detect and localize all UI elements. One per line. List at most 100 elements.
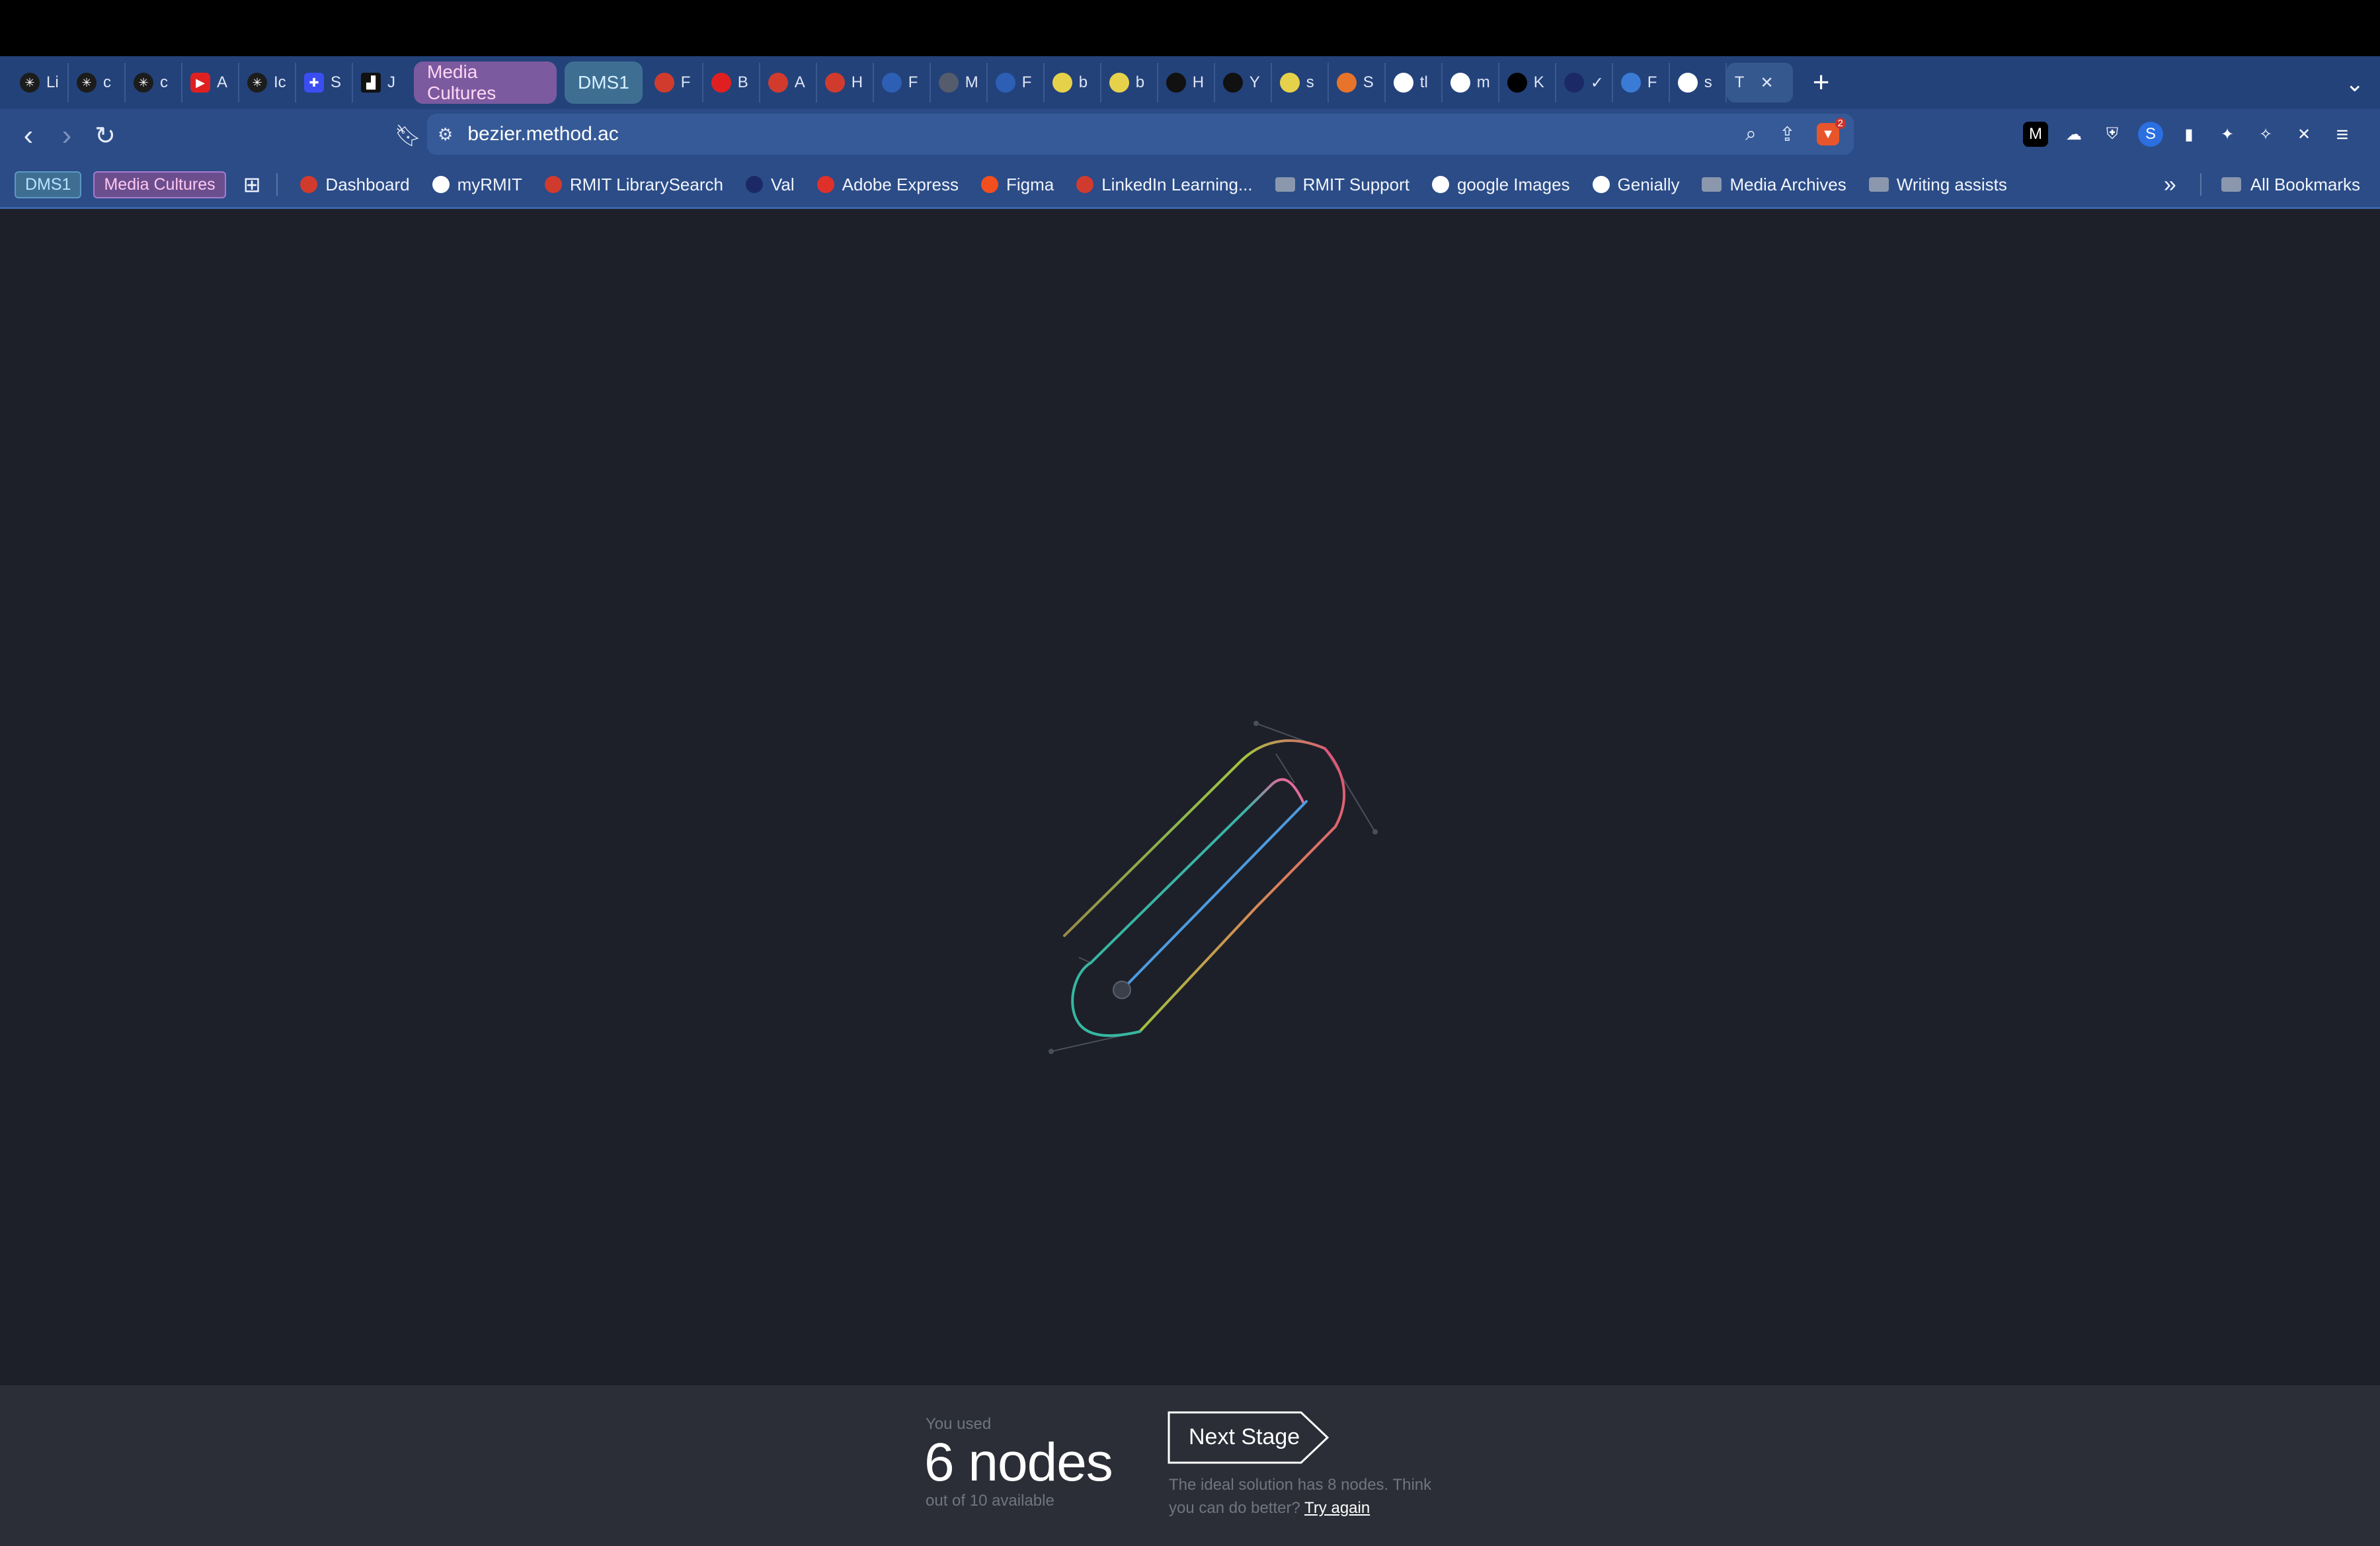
drawing-canvas[interactable]	[0, 209, 2380, 1385]
bookmarks-overflow-icon[interactable]: »	[2164, 172, 2176, 198]
bookmark-favicon-icon	[745, 176, 763, 193]
browser-tab[interactable]: ✳ c	[69, 63, 126, 102]
bookmark-favicon-icon	[980, 176, 998, 193]
browser-tab[interactable]: ▶ A	[182, 63, 239, 102]
tab-label: Li	[46, 73, 59, 91]
browser-tab[interactable]: ✓	[1556, 63, 1613, 102]
browser-tab[interactable]: ✚ S	[296, 63, 353, 102]
browser-tab[interactable]: F	[647, 63, 703, 102]
bookmark-folder[interactable]: Genially	[1592, 175, 1679, 195]
control-handle[interactable]	[1324, 748, 1376, 833]
bookmark-folder[interactable]: RMIT Support	[1275, 175, 1409, 195]
bookmark-chip-dms1[interactable]: DMS1	[15, 171, 82, 198]
tab-label: F	[908, 73, 918, 91]
tab-label: m	[1476, 73, 1490, 91]
address-bar[interactable]: ⚙ bezier.method.ac ⌕ ⇪ ▼ 2	[427, 114, 1854, 155]
sync-icon[interactable]: S	[2138, 122, 2163, 147]
bookmark-item[interactable]: LinkedIn Learning...	[1076, 175, 1253, 195]
tab-favicon-icon	[654, 73, 674, 93]
bookmark-item[interactable]: Val	[745, 175, 795, 195]
bookmark-favicon-icon	[544, 176, 562, 193]
browser-tab[interactable]: Y	[1215, 63, 1272, 102]
bookmark-folder[interactable]: google Images	[1431, 175, 1570, 195]
new-tab-button[interactable]: +	[1813, 66, 1830, 99]
bookmark-label: Dashboard	[325, 174, 410, 194]
youtube-icon: ▶	[190, 73, 210, 93]
browser-tab[interactable]: b	[1101, 63, 1158, 102]
menu-icon[interactable]: ≡	[2330, 122, 2355, 147]
browser-tab[interactable]: F	[1613, 63, 1670, 102]
bookmark-folder[interactable]: Writing assists	[1868, 175, 2007, 195]
all-bookmarks-link[interactable]: All Bookmarks	[2250, 175, 2360, 195]
ideal-solution-text: The ideal solution has 8 nodes. Think yo…	[1169, 1473, 1460, 1520]
browser-tab[interactable]: m	[1443, 63, 1499, 102]
cloud-icon[interactable]: ☁	[2061, 122, 2086, 147]
tab-favicon-icon	[1336, 73, 1357, 93]
anchor-node[interactable]	[1049, 1049, 1054, 1054]
browser-tab[interactable]: F	[988, 63, 1045, 102]
apps-grid-icon[interactable]: ⊞	[243, 172, 261, 197]
browser-tab[interactable]: B	[703, 63, 760, 102]
bookmark-item[interactable]: Figma	[980, 175, 1054, 195]
control-handle[interactable]	[1078, 957, 1091, 963]
browser-tab[interactable]: M	[931, 63, 988, 102]
shield-icon[interactable]: ⛨	[2100, 122, 2125, 147]
right-curve[interactable]	[1138, 747, 1346, 1033]
browser-tab[interactable]: ✳ Li	[12, 63, 69, 102]
browser-tab[interactable]: A	[760, 63, 817, 102]
share-icon[interactable]: ⇪	[1779, 123, 1796, 146]
tab-favicon-icon	[1109, 73, 1129, 93]
tools-icon[interactable]: ✕	[2291, 122, 2317, 147]
tab-group-dms1[interactable]: DMS1	[565, 61, 643, 104]
browser-tab[interactable]: K	[1499, 63, 1556, 102]
browser-tab[interactable]: s	[1670, 63, 1727, 102]
browser-tab[interactable]: tl	[1386, 63, 1443, 102]
tab-search-chevron-icon[interactable]: ⌄	[2346, 71, 2365, 97]
zoom-icon[interactable]: ⌕	[1745, 123, 1757, 145]
browser-tab[interactable]: s	[1272, 63, 1329, 102]
extensions-icon[interactable]: ✦	[2215, 122, 2240, 147]
brave-shields-icon[interactable]: ▼ 2	[1817, 118, 1846, 145]
bookmark-item[interactable]: Dashboard	[300, 174, 410, 195]
anchor-node[interactable]	[1372, 829, 1378, 834]
bookmark-item[interactable]: RMIT LibrarySearch	[544, 175, 723, 195]
ai-sparkle-icon[interactable]: ✧	[2253, 122, 2278, 147]
active-tab[interactable]: T ✕	[1726, 63, 1793, 102]
tab-label: b	[1078, 73, 1088, 91]
browser-tab[interactable]: ▟ J	[353, 63, 410, 102]
back-icon[interactable]: ‹	[9, 119, 48, 152]
divider	[2200, 173, 2202, 196]
browser-tab[interactable]: H	[1158, 63, 1215, 102]
bookmark-item[interactable]: Adobe Express	[816, 175, 959, 195]
bookmark-item[interactable]: myRMIT	[432, 175, 522, 195]
browser-tab[interactable]: ✳ Ic	[239, 63, 296, 102]
ideal-solution-message: The ideal solution has 8 nodes. Think yo…	[1169, 1476, 1432, 1517]
next-stage-button[interactable]: Next Stage	[1168, 1411, 1330, 1464]
try-again-link[interactable]: Try again	[1304, 1499, 1370, 1517]
anchor-node[interactable]	[1113, 981, 1131, 999]
bezier-drawing[interactable]	[0, 209, 2380, 1385]
browser-tab[interactable]: b	[1045, 63, 1101, 102]
forward-icon[interactable]: ›	[48, 119, 86, 152]
reload-icon[interactable]: ↻	[86, 121, 124, 151]
site-settings-icon[interactable]: ⚙	[438, 124, 453, 145]
browser-tab[interactable]: H	[817, 63, 874, 102]
tab-group-media-cultures[interactable]: Media Cultures	[414, 61, 557, 104]
browser-tab[interactable]: S	[1329, 63, 1386, 102]
tab-favicon-icon	[1166, 73, 1186, 93]
tab-label: A	[217, 73, 228, 91]
close-icon[interactable]: ✕	[1760, 73, 1773, 93]
bookmark-folder[interactable]: Media Archives	[1702, 175, 1846, 195]
bookmark-icon[interactable]: 🔖︎	[389, 123, 427, 148]
bookmark-chip-media-cultures[interactable]: Media Cultures	[93, 171, 226, 198]
tab-favicon-icon	[1564, 73, 1584, 93]
reference-line	[1121, 800, 1308, 991]
bookmark-folder-list: RMIT Support google Images Genially Media A…	[1253, 175, 2007, 195]
medium-icon[interactable]: M	[2023, 122, 2048, 147]
url-text[interactable]: bezier.method.ac	[467, 123, 618, 145]
browser-tab[interactable]: F	[874, 63, 931, 102]
anchor-node[interactable]	[1253, 721, 1259, 726]
battery-icon[interactable]: ▮	[2176, 122, 2202, 147]
inner-curve[interactable]	[1071, 778, 1305, 1037]
browser-tab[interactable]: ✳ c	[126, 63, 182, 102]
